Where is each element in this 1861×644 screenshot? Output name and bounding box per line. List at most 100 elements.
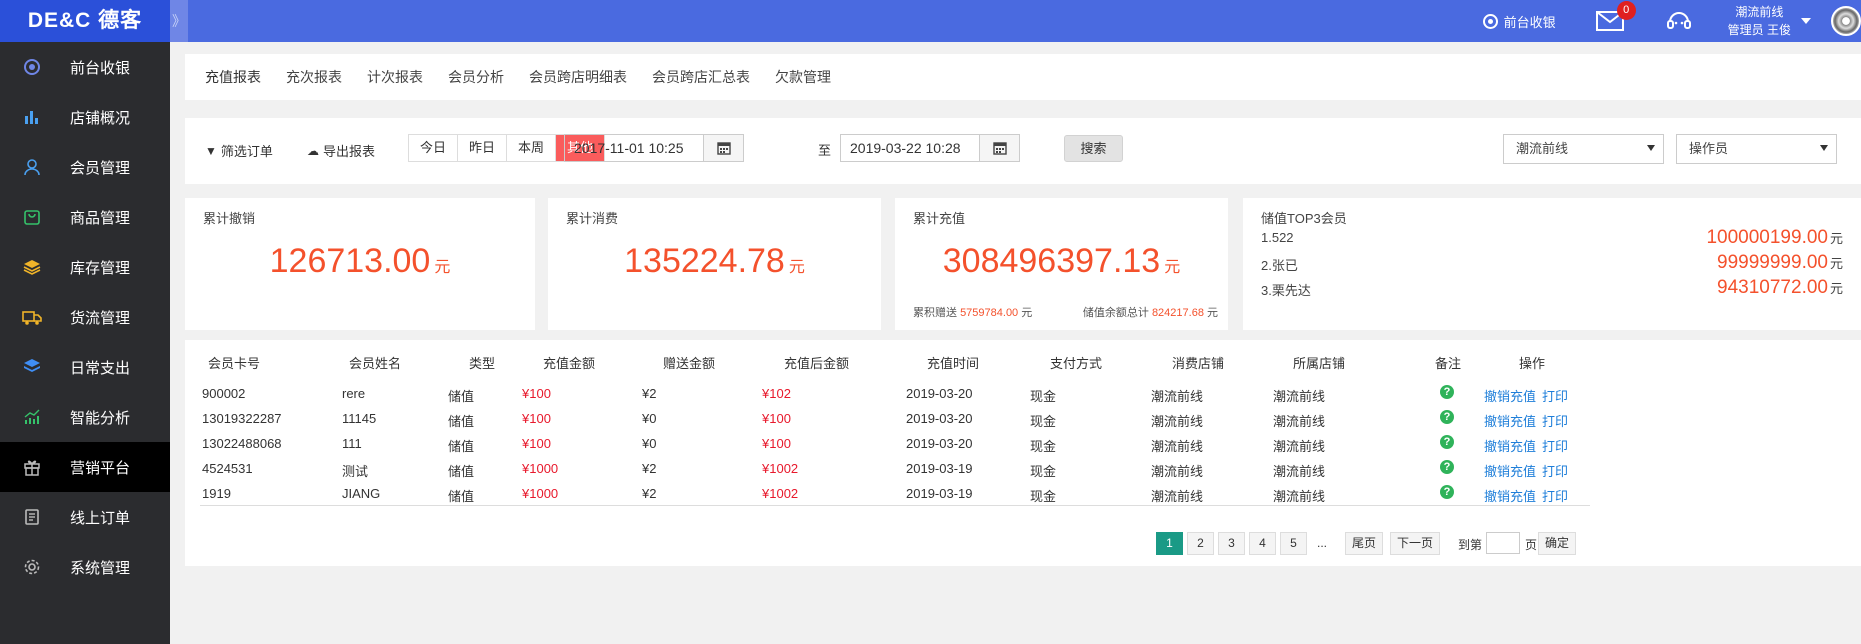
next-page-button[interactable]: 下一页 <box>1390 532 1441 555</box>
print-link[interactable]: 打印 <box>1542 436 1568 455</box>
top3-row: 2.张已 99999999.00 元 <box>1261 252 1843 279</box>
report-tab[interactable]: 充次报表 <box>286 63 342 91</box>
sidebar-item[interactable]: 线上订单 <box>0 492 170 542</box>
date-separator: 至 <box>818 143 832 158</box>
column-header[interactable]: 充值金额 <box>543 353 595 372</box>
sidebar-item[interactable]: 系统管理 <box>0 542 170 592</box>
sidebar-item[interactable]: 前台收银 <box>0 42 170 92</box>
recharge-total-card: 累计充值 308496397.13 元 累积赠送 5759784.00 元 储值余… <box>895 198 1228 330</box>
card-value: 135224.78 元 <box>548 242 881 281</box>
quick-date-button[interactable]: 本周 <box>507 135 557 161</box>
page-button[interactable]: 2 <box>1187 532 1214 555</box>
help-icon[interactable]: ? <box>1440 410 1454 424</box>
column-header[interactable]: 备注 <box>1435 353 1461 372</box>
print-link[interactable]: 打印 <box>1542 486 1568 505</box>
table-cell: 现金 <box>1030 464 1057 479</box>
avatar[interactable] <box>1831 6 1861 36</box>
column-header[interactable]: 会员卡号 <box>208 353 260 372</box>
report-tab[interactable]: 会员分析 <box>448 63 504 91</box>
calendar-icon[interactable] <box>703 135 743 161</box>
start-date-field[interactable]: 2017-11-01 10:25 <box>564 134 744 162</box>
sidebar-item[interactable]: 商品管理 <box>0 192 170 242</box>
sidebar-collapse-button[interactable]: 》 <box>170 0 188 42</box>
top-bar: DE&C 德客 》 前台收银 0 潮流前线 管理员 王俊 <box>0 0 1861 42</box>
column-header[interactable]: 所属店铺 <box>1293 353 1345 372</box>
help-icon[interactable]: ? <box>1440 435 1454 449</box>
sidebar-item[interactable]: 会员管理 <box>0 142 170 192</box>
print-link[interactable]: 打印 <box>1542 461 1568 480</box>
table-cell: 潮流前线 <box>1151 389 1204 404</box>
column-header[interactable]: 赠送金额 <box>663 353 715 372</box>
export-report-button[interactable]: ☁ 导出报表 <box>307 141 375 160</box>
sidebar-item[interactable]: 库存管理 <box>0 242 170 292</box>
sidebar-item[interactable]: 智能分析 <box>0 392 170 442</box>
gift-icon <box>21 456 43 478</box>
sidebar-item[interactable]: 日常支出 <box>0 342 170 392</box>
goto-page-input[interactable] <box>1486 532 1520 554</box>
report-tab[interactable]: 会员跨店明细表 <box>529 63 627 91</box>
gear-icon <box>21 556 43 578</box>
report-tab[interactable]: 计次报表 <box>367 63 423 91</box>
cancel-total-value: 126713.00 <box>269 242 431 280</box>
help-icon[interactable]: ? <box>1440 460 1454 474</box>
sidebar-item[interactable]: 营销平台 <box>0 442 170 492</box>
page-button[interactable]: 3 <box>1218 532 1245 555</box>
sidebar-item-label: 商品管理 <box>70 209 131 227</box>
page-button[interactable]: 5 <box>1280 532 1307 555</box>
quick-date-button[interactable]: 昨日 <box>458 135 508 161</box>
search-button[interactable]: 搜索 <box>1064 135 1123 162</box>
page-button[interactable]: 4 <box>1249 532 1276 555</box>
calendar-icon[interactable] <box>979 135 1019 161</box>
table-cell: 储值 <box>448 464 475 479</box>
cancel-recharge-link[interactable]: 撤销充值 <box>1484 386 1536 405</box>
column-header[interactable]: 类型 <box>469 353 495 372</box>
help-icon[interactable]: ? <box>1440 385 1454 399</box>
column-header[interactable]: 充值后金额 <box>784 353 849 372</box>
mail-button[interactable]: 0 <box>1595 1 1636 31</box>
print-link[interactable]: 打印 <box>1542 386 1568 405</box>
cancel-recharge-link[interactable]: 撤销充值 <box>1484 411 1536 430</box>
column-header[interactable]: 操作 <box>1519 353 1545 372</box>
sidebar-item[interactable]: 店铺概况 <box>0 92 170 142</box>
member-balance-value: 100000199.00 <box>1706 227 1828 248</box>
last-page-button[interactable]: 尾页 <box>1345 532 1384 555</box>
sidebar-item-label: 前台收银 <box>70 59 131 77</box>
column-header[interactable]: 充值时间 <box>927 353 979 372</box>
table-cell: 储值 <box>448 389 475 404</box>
unit: 元 <box>434 259 451 276</box>
quick-date-button[interactable]: 今日 <box>409 135 459 161</box>
report-tab[interactable]: 会员跨店汇总表 <box>652 63 750 91</box>
member-name: 2.张已 <box>1261 258 1298 273</box>
page-button[interactable]: 1 <box>1156 532 1183 555</box>
cancel-recharge-link[interactable]: 撤销充值 <box>1484 461 1536 480</box>
table-cell: ¥102 <box>762 386 791 401</box>
bar-chart-icon <box>21 106 43 128</box>
store-select[interactable]: 潮流前线 <box>1503 134 1664 164</box>
cashier-label: 前台收银 <box>1503 14 1556 30</box>
end-date-field[interactable]: 2019-03-22 10:28 <box>840 134 1020 162</box>
column-header[interactable]: 支付方式 <box>1050 353 1102 372</box>
sidebar-item[interactable]: 货流管理 <box>0 292 170 342</box>
support-icon[interactable] <box>1666 8 1692 34</box>
column-header[interactable]: 消费店铺 <box>1172 353 1224 372</box>
balance-value: 824217.68 <box>1151 307 1204 319</box>
report-tab[interactable]: 充值报表 <box>205 63 261 91</box>
filter-orders-label: 筛选订单 <box>220 144 273 159</box>
operator-select[interactable]: 操作员 <box>1676 134 1837 164</box>
table-cell: ¥0 <box>642 436 657 451</box>
card-title: 累计消费 <box>566 211 619 226</box>
help-icon[interactable]: ? <box>1440 485 1454 499</box>
filter-orders-button[interactable]: ▼ 筛选订单 <box>205 141 273 160</box>
cancel-recharge-link[interactable]: 撤销充值 <box>1484 486 1536 505</box>
mail-badge: 0 <box>1616 1 1636 20</box>
column-header[interactable]: 会员姓名 <box>349 353 401 372</box>
user-info[interactable]: 潮流前线 管理员 王俊 <box>1728 3 1791 39</box>
goto-confirm-button[interactable]: 确定 <box>1538 532 1577 555</box>
print-link[interactable]: 打印 <box>1542 411 1568 430</box>
cancel-recharge-link[interactable]: 撤销充值 <box>1484 436 1536 455</box>
table-cell: 潮流前线 <box>1151 489 1204 504</box>
card-value: 126713.00 元 <box>185 242 535 281</box>
chevron-down-icon[interactable] <box>1801 18 1811 24</box>
report-tab[interactable]: 欠款管理 <box>775 63 831 91</box>
cashier-link[interactable]: 前台收银 <box>1482 12 1556 31</box>
